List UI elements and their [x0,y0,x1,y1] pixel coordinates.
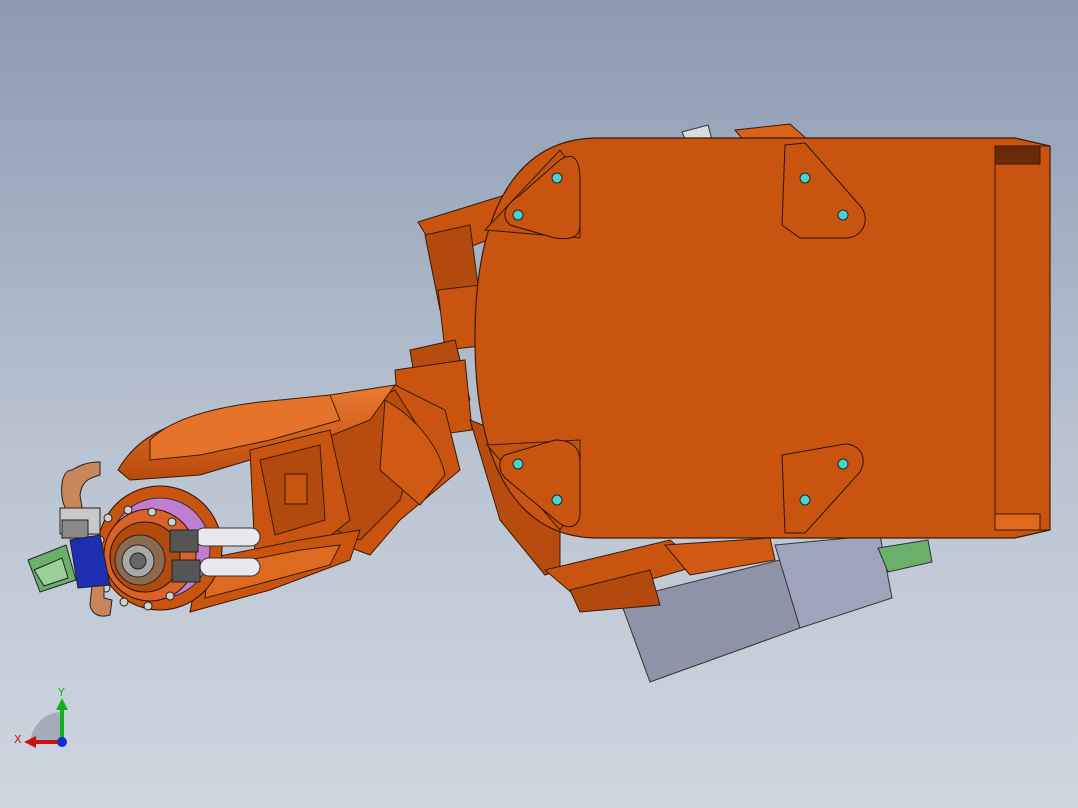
x-axis-label: X [14,733,22,746]
wrist-assembly[interactable] [97,485,223,611]
robot-model-render[interactable] [0,0,1078,808]
cad-viewport[interactable]: Y X [0,0,1078,808]
x-axis-arrow [24,736,36,748]
z-axis-dot [57,737,67,747]
y-axis-arrow [56,698,68,710]
y-axis-label: Y [58,686,65,699]
robot-base[interactable] [474,137,1051,539]
axis-triad [24,698,68,748]
